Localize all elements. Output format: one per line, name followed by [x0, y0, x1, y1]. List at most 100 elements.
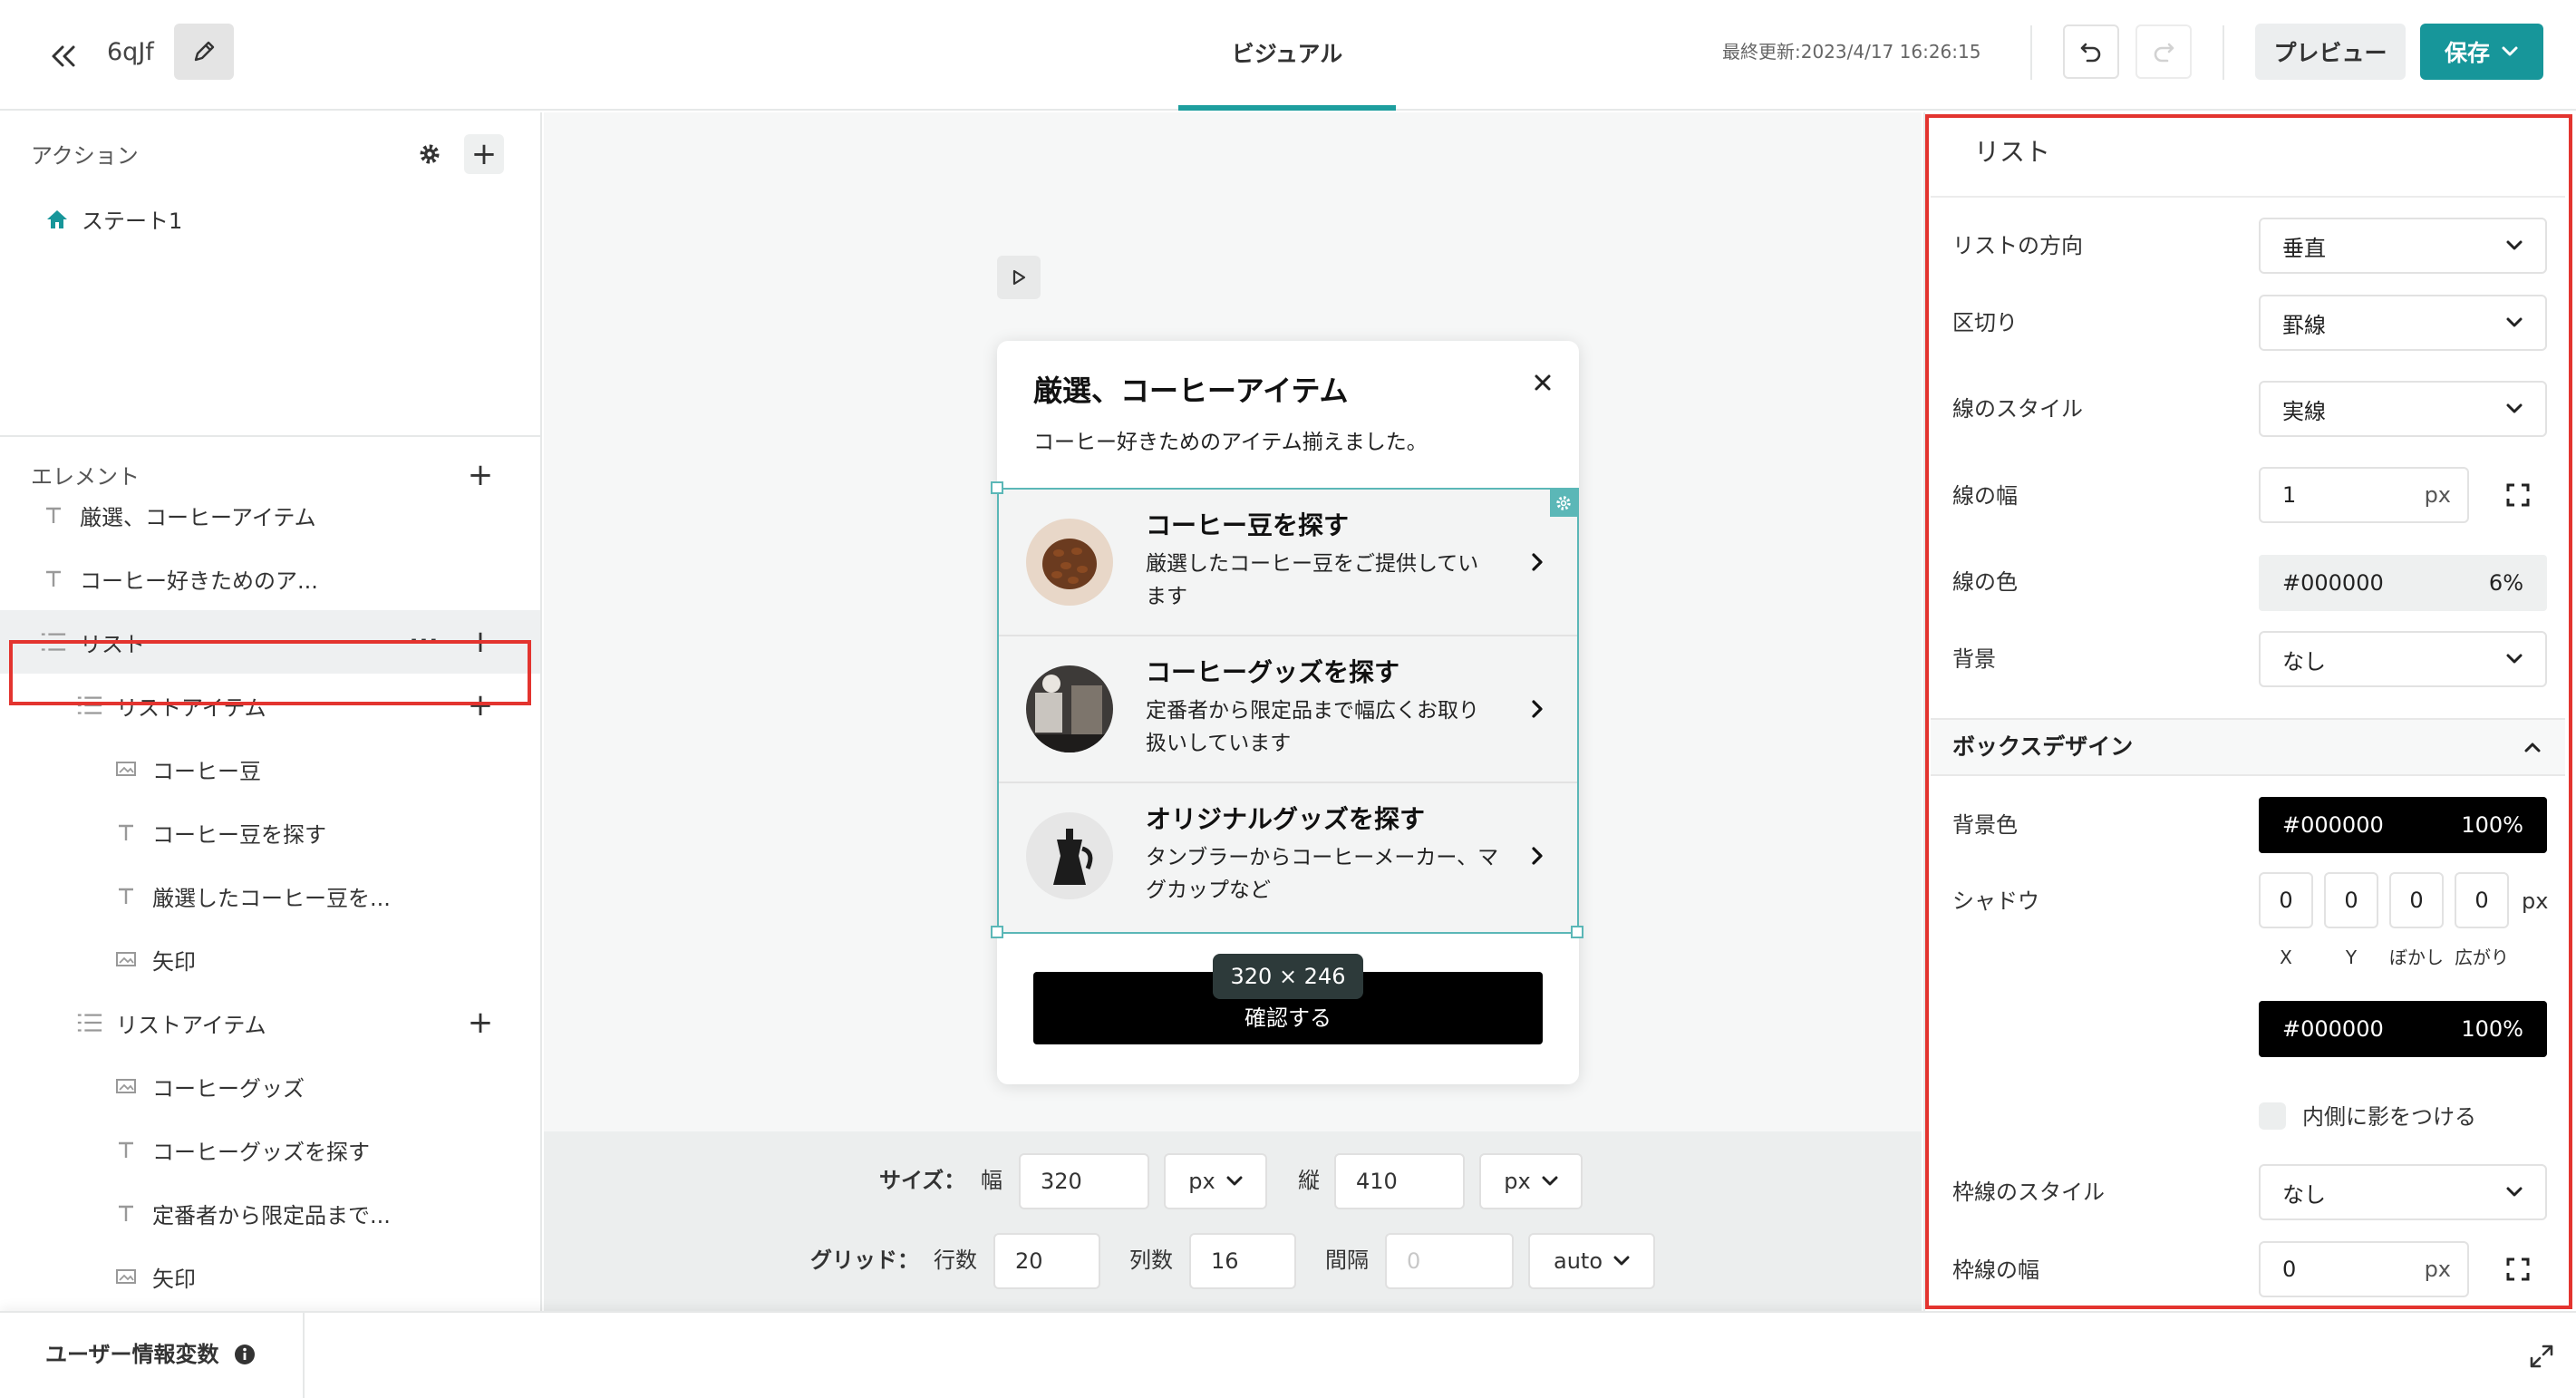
border-style-value: なし: [2282, 1181, 2326, 1208]
list-icon: [76, 694, 103, 716]
divider-type-select[interactable]: 罫線: [2259, 295, 2547, 351]
chevron-down-icon: [1226, 1176, 1243, 1186]
list-item[interactable]: コーヒー豆を探す 厳選したコーヒー豆をご提供しています: [999, 490, 1577, 636]
height-unit-value: px: [1504, 1169, 1531, 1194]
tree-item[interactable]: コーヒー豆: [0, 737, 540, 801]
play-button[interactable]: [997, 256, 1041, 299]
chevron-up-icon[interactable]: [2516, 731, 2549, 763]
preview-button[interactable]: プレビュー: [2255, 24, 2406, 80]
expand-icon[interactable]: [2525, 1340, 2558, 1373]
background-select[interactable]: なし: [2259, 631, 2547, 687]
shadow-color-value: #000000: [2282, 1016, 2384, 1042]
width-input[interactable]: 320: [1019, 1153, 1149, 1209]
height-input[interactable]: 410: [1334, 1153, 1465, 1209]
divider: [1931, 196, 2565, 198]
shadow-spread-input[interactable]: 0: [2455, 872, 2509, 928]
edit-name-button[interactable]: [174, 24, 234, 80]
list-element[interactable]: コーヒー豆を探す 厳選したコーヒー豆をご提供しています コーヒーグッズを探す 定…: [997, 488, 1579, 934]
tree-item[interactable]: リストアイテム +: [0, 674, 540, 737]
list-item[interactable]: オリジナルグッズを探す タンブラーからコーヒーメーカー、マグカップなど: [999, 783, 1577, 932]
shadow-label: シャドウ: [1952, 888, 2039, 914]
footer-bar: [0, 1311, 2576, 1398]
add-child-button[interactable]: +: [460, 622, 500, 662]
width-unit-select[interactable]: px: [1164, 1153, 1267, 1209]
gap-unit-select[interactable]: auto: [1528, 1233, 1655, 1289]
line-color-picker[interactable]: #000000 6%: [2259, 555, 2547, 611]
tree-item-label: コーヒー好きためのア...: [80, 568, 318, 594]
redo-button[interactable]: [2135, 24, 2192, 79]
height-unit-select[interactable]: px: [1479, 1153, 1583, 1209]
border-width-unit: px: [2424, 1257, 2451, 1282]
shadow-spread-label: 広がり: [2455, 947, 2509, 968]
coffee-goods-image: [1026, 665, 1113, 752]
redo-icon: [2154, 43, 2174, 63]
width-unit-value: px: [1188, 1169, 1215, 1194]
tree-item[interactable]: コーヒー好きためのア...: [0, 547, 540, 610]
tree-item[interactable]: コーヒー豆を探す: [0, 801, 540, 864]
element-settings-icon[interactable]: [1550, 490, 1577, 517]
tree-item[interactable]: 定番者から限定品まで...: [0, 1181, 540, 1245]
tree-item[interactable]: コーヒーグッズを探す: [0, 1118, 540, 1181]
resize-handle[interactable]: [991, 481, 1003, 494]
line-style-value: 実線: [2282, 398, 2326, 424]
tree-item-label: コーヒーグッズ: [152, 1075, 305, 1102]
more-options-icon[interactable]: ···: [404, 622, 444, 662]
add-child-button[interactable]: +: [460, 685, 500, 725]
resize-handle[interactable]: [991, 926, 1003, 938]
fullscreen-icon[interactable]: [2500, 1251, 2536, 1287]
shadow-blur-label: ぼかし: [2389, 947, 2444, 968]
bg-color-opacity: 100%: [2461, 812, 2523, 838]
line-color-opacity: 6%: [2488, 570, 2523, 596]
chevron-down-icon: [2506, 317, 2523, 327]
modal-subtitle: コーヒー好きためのアイテム揃えました。: [1033, 431, 1428, 454]
divider-type-label: 区切り: [1952, 310, 2018, 335]
direction-select[interactable]: 垂直: [2259, 218, 2547, 274]
line-color-value: #000000: [2282, 570, 2384, 596]
close-icon[interactable]: [1525, 364, 1561, 401]
chevron-down-icon: [2502, 46, 2518, 56]
line-width-input[interactable]: 1 px: [2259, 467, 2469, 523]
bg-color-picker[interactable]: #000000 100%: [2259, 797, 2547, 853]
undo-button[interactable]: [2063, 24, 2119, 79]
border-width-input[interactable]: 0 px: [2259, 1241, 2469, 1297]
inset-shadow-checkbox[interactable]: [2259, 1102, 2286, 1130]
resize-handle[interactable]: [1571, 926, 1583, 938]
grid-label: グリッド：: [810, 1248, 919, 1273]
border-style-select[interactable]: なし: [2259, 1164, 2547, 1220]
add-child-button[interactable]: +: [460, 1003, 500, 1043]
tree-item-label: 厳選したコーヒー豆を...: [152, 885, 391, 911]
tree-item[interactable]: 矢印: [0, 1245, 540, 1308]
list-item[interactable]: コーヒーグッズを探す 定番者から限定品まで幅広くお取り扱いしています: [999, 636, 1577, 783]
item-title: コーヒーグッズを探す: [1146, 657, 1400, 687]
tree-item[interactable]: 矢印: [0, 927, 540, 991]
line-width-label: 線の幅: [1952, 483, 2018, 509]
original-goods-image: [1026, 812, 1113, 899]
line-style-select[interactable]: 実線: [2259, 381, 2547, 437]
save-button[interactable]: 保存: [2420, 24, 2543, 80]
tree-item[interactable]: コーヒーグッズ: [0, 1054, 540, 1118]
tree-item-label: 矢印: [152, 948, 196, 975]
gap-input[interactable]: 0: [1385, 1233, 1514, 1289]
tab-visual[interactable]: ビジュアル: [1178, 0, 1396, 111]
width-label: 幅: [981, 1168, 1002, 1193]
tree-item[interactable]: リストアイテム +: [0, 991, 540, 1054]
shadow-y-input[interactable]: 0: [2324, 872, 2378, 928]
shadow-x-input[interactable]: 0: [2259, 872, 2313, 928]
shadow-color-picker[interactable]: #000000 100%: [2259, 1001, 2547, 1057]
tree-item[interactable]: 厳選、コーヒーアイテム: [0, 483, 540, 547]
line-width-unit: px: [2424, 482, 2451, 508]
rows-label: 行数: [934, 1248, 977, 1273]
collapse-back-icon[interactable]: [44, 36, 83, 76]
fullscreen-icon[interactable]: [2500, 477, 2536, 513]
tree-item[interactable]: リスト + ···: [0, 610, 540, 674]
rows-input[interactable]: 20: [993, 1233, 1100, 1289]
tree-item-label: コーヒー豆を探す: [152, 821, 326, 848]
text-icon: [112, 1203, 140, 1223]
user-variables-tab[interactable]: ユーザー情報変数: [45, 1338, 256, 1371]
coffee-beans-image: [1026, 519, 1113, 606]
tree-item[interactable]: 厳選したコーヒー豆を...: [0, 864, 540, 927]
cols-input[interactable]: 16: [1189, 1233, 1296, 1289]
chevron-down-icon: [2506, 240, 2523, 250]
shadow-blur-input[interactable]: 0: [2389, 872, 2444, 928]
bg-color-label: 背景色: [1952, 812, 2018, 838]
